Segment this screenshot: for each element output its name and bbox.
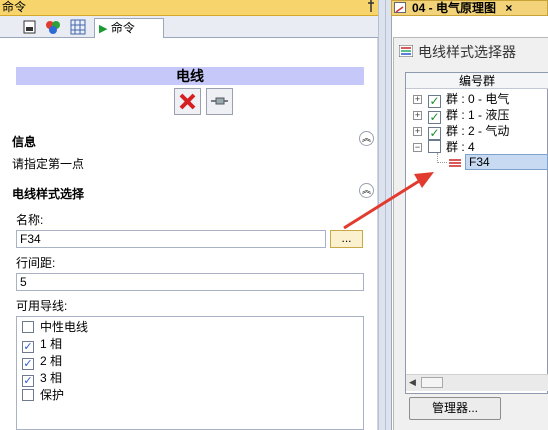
wires-list: 中性电线 ✓ 1 相 ✓ 2 相 ✓ 3 相 保护: [16, 316, 364, 430]
group-label: 群 : 0 - 电气: [446, 92, 510, 106]
document-icon[interactable]: [22, 19, 38, 35]
document-tab-label: 04 - 电气原理图: [412, 1, 497, 15]
wire-label: 中性电线: [40, 320, 89, 334]
dialog-list-icon: [398, 44, 414, 60]
tree-item[interactable]: ✓ 群 : 2 - 气动: [428, 123, 510, 140]
tab-command[interactable]: ▶ 命令: [94, 18, 164, 38]
horizontal-scrollbar[interactable]: ◀: [406, 374, 548, 391]
wires-label: 可用导线:: [16, 299, 68, 313]
group-label: 群 : 2 - 气动: [446, 124, 510, 138]
scroll-left-icon[interactable]: ◀: [409, 377, 416, 388]
group-label: 群 : 1 - 液压: [446, 108, 510, 122]
cancel-button[interactable]: [174, 88, 201, 115]
tree-column-header[interactable]: 编号群: [406, 73, 548, 89]
list-item[interactable]: ✓ 3 相: [22, 370, 63, 387]
wire-label: 保护: [40, 388, 65, 402]
pushpin-icon: [211, 97, 228, 105]
browse-button[interactable]: ...: [330, 230, 363, 248]
name-label: 名称:: [16, 213, 44, 227]
spacing-field[interactable]: 5: [16, 273, 364, 291]
play-icon: ▶: [99, 23, 108, 35]
info-section-title: 信息: [12, 135, 37, 149]
grid-icon[interactable]: [70, 19, 86, 35]
wire-label: 1 相: [40, 337, 63, 351]
checkbox-checked[interactable]: ✓: [22, 341, 34, 353]
group-label: 群 : 4: [446, 140, 475, 154]
checkbox[interactable]: [428, 140, 441, 153]
expand-icon[interactable]: +: [413, 95, 422, 104]
panel-tabbar: ▶ 命令: [0, 16, 378, 38]
checkbox-checked[interactable]: ✓: [22, 375, 34, 387]
chevron-up-icon: ︽: [361, 133, 371, 143]
schematic-icon: [394, 2, 406, 13]
manager-button[interactable]: 管理器...: [409, 397, 501, 420]
name-field[interactable]: F34: [16, 230, 326, 248]
tab-command-label: 命令: [110, 21, 135, 35]
red-x-icon: [179, 93, 196, 110]
collapse-style-button[interactable]: ︽: [359, 183, 374, 198]
pin-tool-button[interactable]: [206, 88, 233, 115]
checkbox[interactable]: [22, 389, 34, 401]
palette-icon[interactable]: [45, 19, 61, 35]
tree-item-selected[interactable]: F34: [465, 154, 548, 170]
style-section-title: 电线样式选择: [12, 187, 85, 201]
close-icon[interactable]: ×: [505, 1, 512, 15]
tree-item[interactable]: ✓ 群 : 1 - 液压: [428, 107, 510, 124]
tree-item[interactable]: ✓ 群 : 0 - 电气: [428, 91, 510, 108]
expand-icon[interactable]: +: [413, 127, 422, 136]
collapse-icon[interactable]: −: [413, 143, 422, 152]
dialog-title: 电线样式选择器: [418, 44, 516, 60]
wire-style-icon: [449, 157, 461, 171]
tree-connector: [437, 162, 447, 163]
expand-icon[interactable]: +: [413, 111, 422, 120]
command-heading: 电线: [16, 67, 364, 85]
panel-splitter[interactable]: [378, 0, 386, 430]
panel-title-text: 命令: [2, 0, 27, 14]
wire-label: 2 相: [40, 354, 63, 368]
wire-label: 3 相: [40, 371, 63, 385]
checkbox[interactable]: [22, 321, 34, 333]
info-message: 请指定第一点: [12, 157, 85, 171]
list-item[interactable]: ✓ 2 相: [22, 353, 63, 370]
document-tab[interactable]: 04 - 电气原理图 ×: [391, 0, 548, 16]
list-item[interactable]: 保护: [22, 387, 64, 403]
list-item[interactable]: 中性电线: [22, 319, 88, 335]
collapse-info-button[interactable]: ︽: [359, 131, 374, 146]
checkbox-checked[interactable]: ✓: [22, 358, 34, 370]
spacing-label: 行间距:: [16, 256, 56, 270]
list-item[interactable]: ✓ 1 相: [22, 336, 63, 353]
command-panel-title: 命令: [0, 0, 378, 16]
scroll-thumb[interactable]: [421, 377, 443, 388]
chevron-up-icon: ︽: [361, 185, 371, 195]
tree-item[interactable]: 群 : 4: [428, 139, 475, 155]
